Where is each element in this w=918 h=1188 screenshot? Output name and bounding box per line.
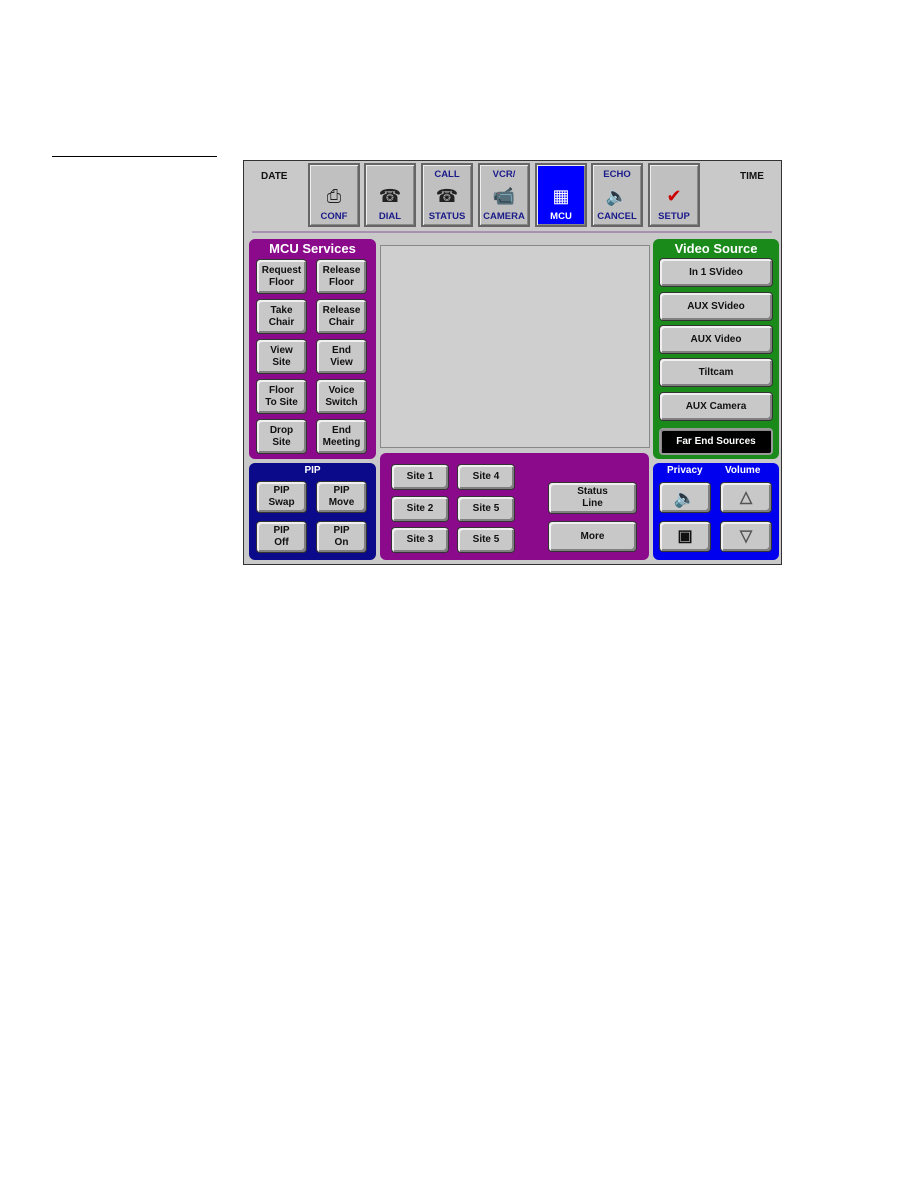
release-chair-button[interactable]: Release Chair (316, 299, 367, 334)
request-floor-button[interactable]: Request Floor (256, 259, 307, 294)
volume-label: Volume (725, 465, 761, 476)
pip-on-button[interactable]: PIP On (316, 521, 367, 553)
site-5-button[interactable]: Site 5 (457, 527, 515, 553)
site-4-button[interactable]: Site 4 (457, 464, 515, 490)
tab-label: STATUS (428, 211, 466, 222)
tab-label: MCU (550, 211, 572, 222)
tab-top-label: CALL (434, 169, 460, 180)
tab-cancel[interactable]: ECHO 🔈 CANCEL (591, 163, 643, 227)
site-3-button[interactable]: Site 3 (391, 527, 449, 553)
end-meeting-button[interactable]: End Meeting (316, 419, 367, 454)
aux-camera-button[interactable]: AUX Camera (659, 392, 773, 421)
video-camera-icon: 📹 (492, 185, 516, 206)
tab-camera[interactable]: VCR/ 📹 CAMERA (478, 163, 530, 227)
speaker-icon: 🔈 (605, 185, 629, 206)
setup-checkmark-icon: ✔ (666, 185, 682, 206)
privacy-label: Privacy (667, 465, 703, 476)
camera-monitor-icon: ▣ (677, 527, 693, 545)
time-label: TIME (740, 171, 764, 182)
tab-top-label: ECHO (603, 169, 631, 180)
site-2-button[interactable]: Site 2 (391, 495, 449, 522)
privacy-audio-mute-button[interactable]: 🔈 (659, 482, 711, 513)
site-1-button[interactable]: Site 1 (391, 464, 449, 490)
view-site-button[interactable]: View Site (256, 339, 307, 374)
site-5-button[interactable]: Site 5 (457, 495, 515, 522)
in-1-svideo-button[interactable]: In 1 SVideo (659, 258, 773, 287)
telephone-icon: ☎ (435, 185, 459, 206)
video-display-area (380, 245, 650, 448)
tab-label: CONF (320, 211, 348, 222)
triangle-up-icon: △ (739, 488, 753, 506)
date-label: DATE (261, 171, 288, 182)
volume-down-button[interactable]: ▽ (720, 521, 772, 552)
pip-swap-button[interactable]: PIP Swap (256, 481, 307, 513)
speaker-icon: 🔈 (673, 487, 697, 508)
aux-svideo-button[interactable]: AUX SVideo (659, 292, 773, 321)
video-source-title: Video Source (674, 241, 758, 256)
tab-dial[interactable]: ☎ DIAL (364, 163, 416, 227)
tab-top-label: VCR/ (492, 169, 516, 180)
pip-title: PIP (304, 465, 321, 476)
telephone-icon: ☎ (378, 185, 402, 206)
voice-switch-button[interactable]: Voice Switch (316, 379, 367, 414)
privacy-video-mute-button[interactable]: ▣ (659, 521, 711, 552)
tab-mcu[interactable]: ▦ MCU (535, 163, 587, 227)
tab-label: DIAL (378, 211, 402, 222)
pip-move-button[interactable]: PIP Move (316, 481, 367, 513)
tab-conf[interactable]: ⎙ CONF (308, 163, 360, 227)
take-chair-button[interactable]: Take Chair (256, 299, 307, 334)
multipoint-grid-icon: ▦ (552, 185, 570, 206)
conference-camera-icon: ⎙ (326, 185, 342, 206)
end-view-button[interactable]: End View (316, 339, 367, 374)
triangle-down-icon: ▽ (739, 527, 753, 545)
aux-video-button[interactable]: AUX Video (659, 325, 773, 354)
far-end-sources-button[interactable]: Far End Sources (659, 428, 773, 455)
tab-label: SETUP (658, 211, 690, 222)
tab-setup[interactable]: ✔ SETUP (648, 163, 700, 227)
more-button[interactable]: More (548, 521, 637, 552)
top-rule (52, 156, 217, 157)
status-line-button[interactable]: Status Line (548, 482, 637, 514)
header-separator (252, 231, 772, 233)
volume-up-button[interactable]: △ (720, 482, 772, 513)
tab-status[interactable]: CALL ☎ STATUS (421, 163, 473, 227)
tab-label: CAMERA (483, 211, 525, 222)
drop-site-button[interactable]: Drop Site (256, 419, 307, 454)
pip-off-button[interactable]: PIP Off (256, 521, 307, 553)
tab-label: CANCEL (597, 211, 637, 222)
floor-to-site-button[interactable]: Floor To Site (256, 379, 307, 414)
mcu-services-title: MCU Services (269, 241, 356, 256)
tiltcam-button[interactable]: Tiltcam (659, 358, 773, 387)
release-floor-button[interactable]: Release Floor (316, 259, 367, 294)
